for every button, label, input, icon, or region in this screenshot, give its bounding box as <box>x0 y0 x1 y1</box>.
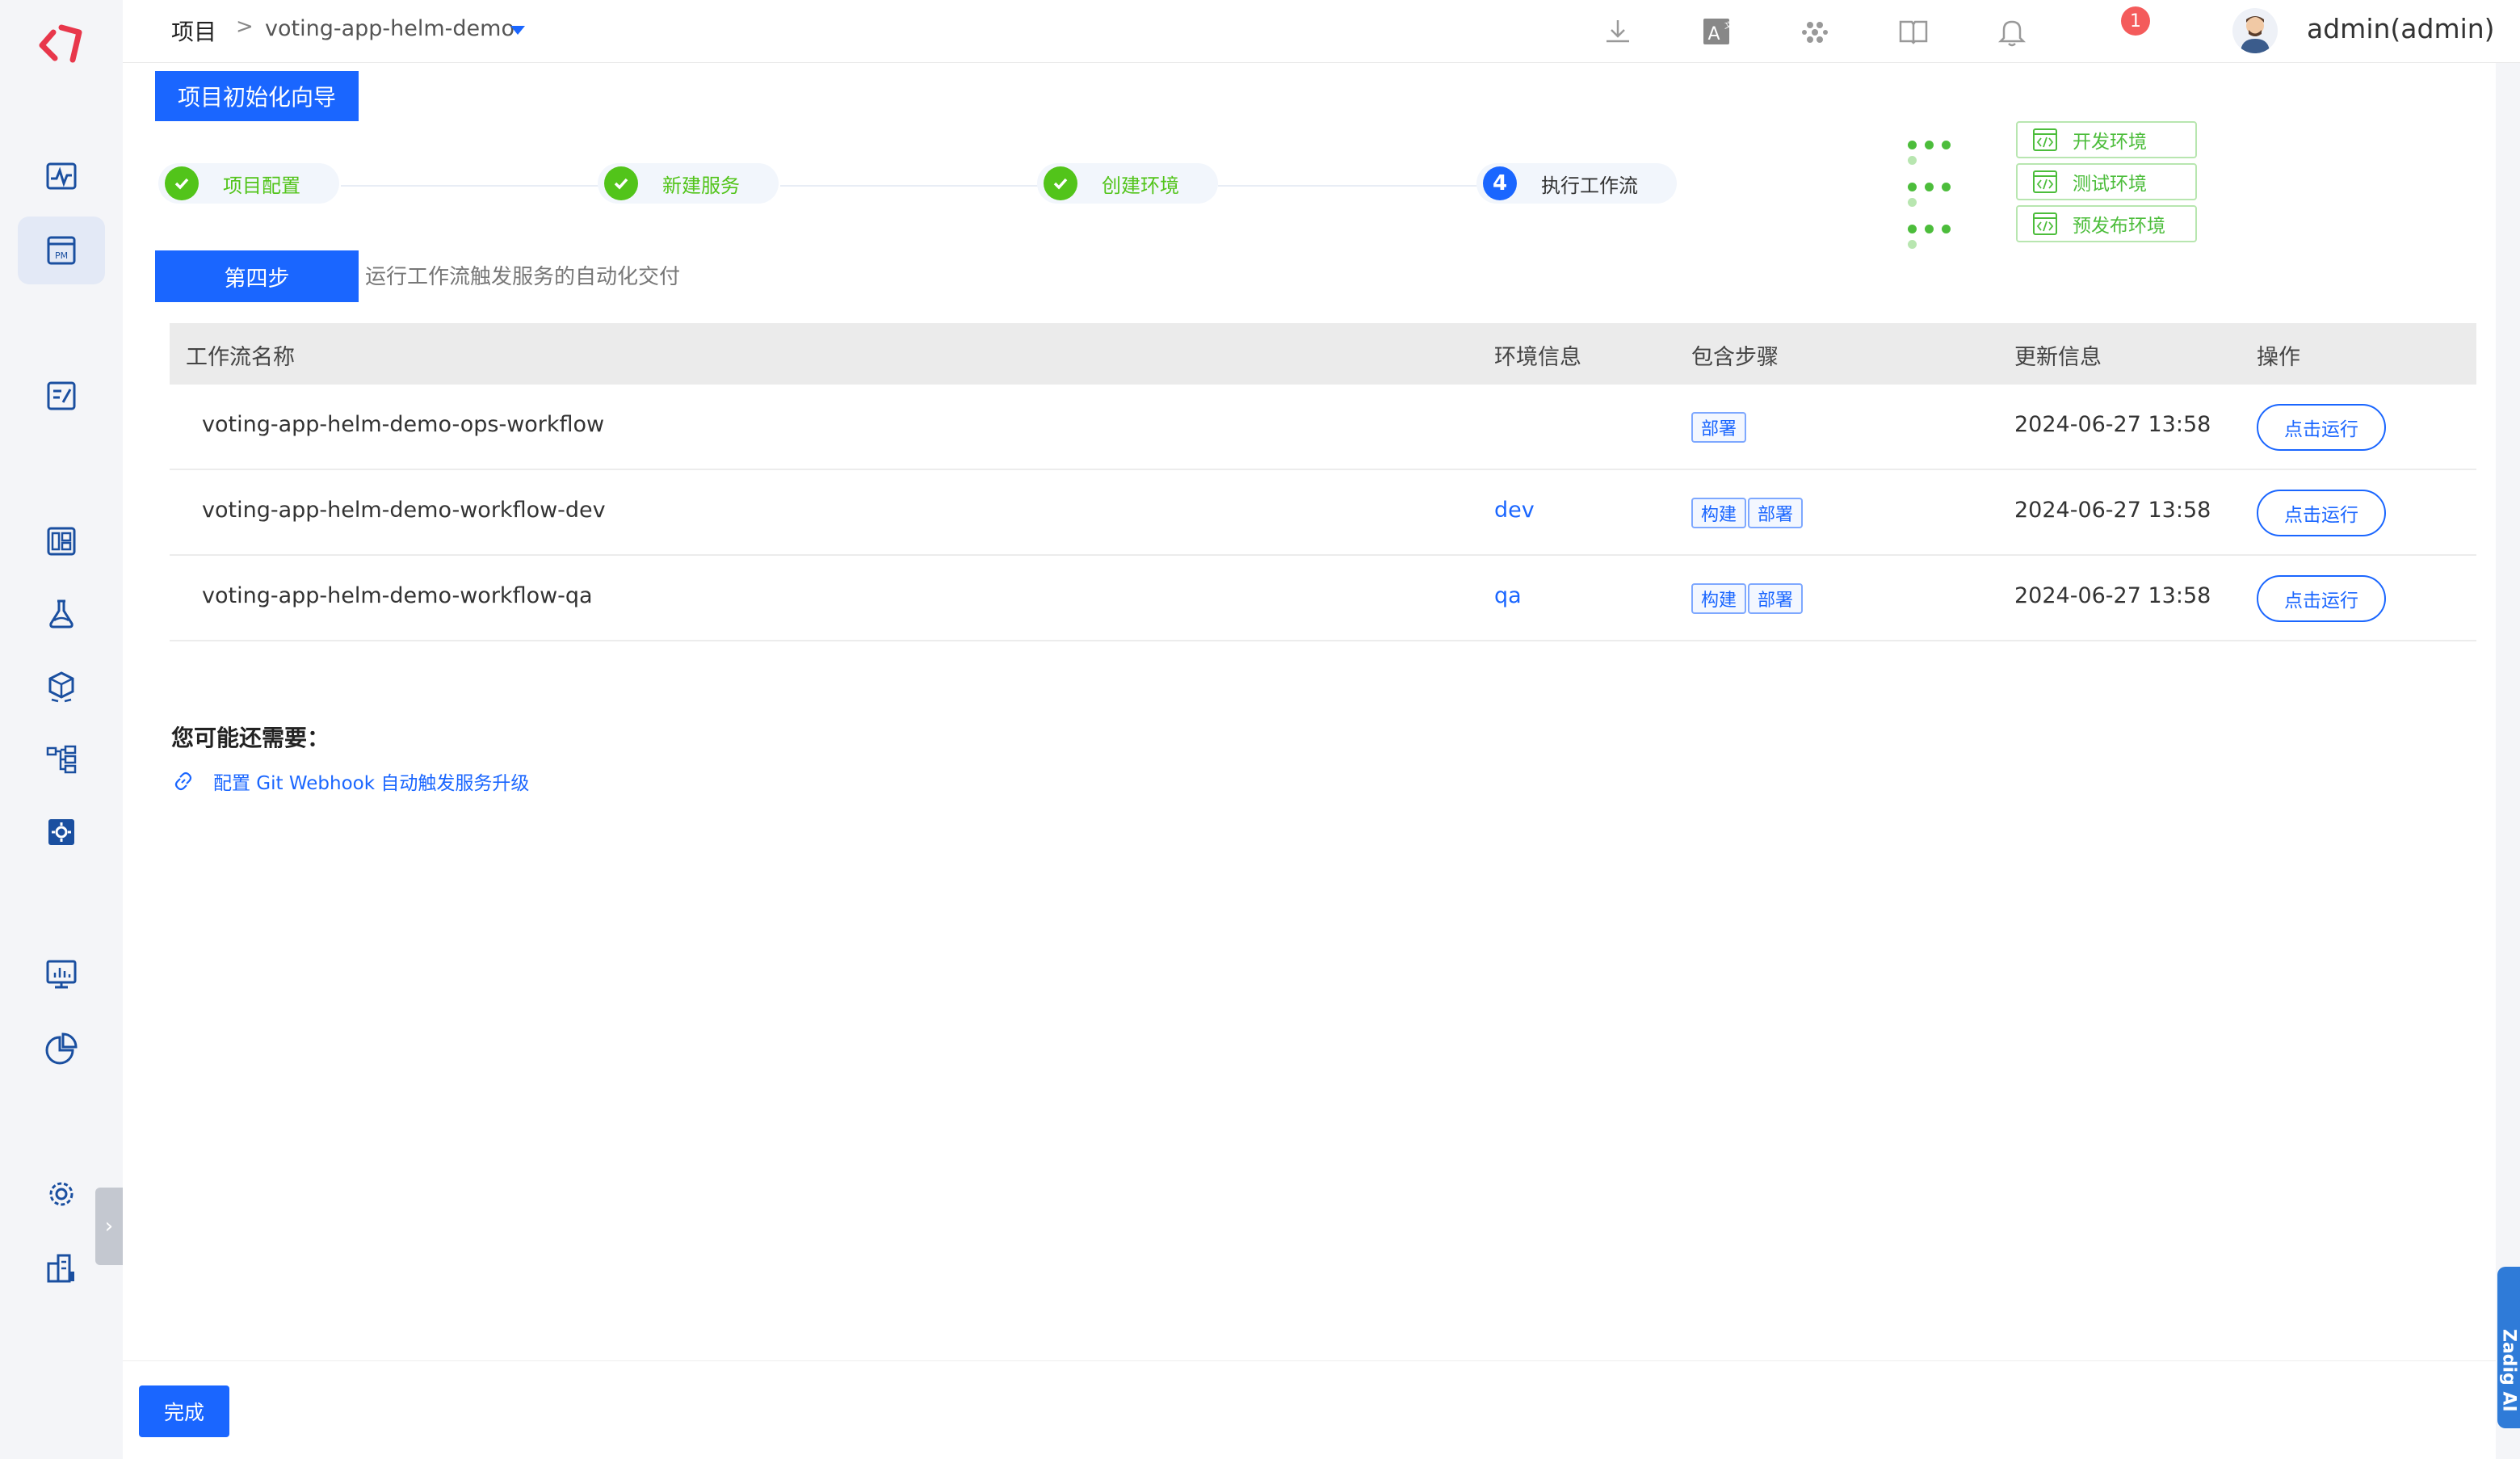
progress-dots <box>1908 137 1972 165</box>
run-workflow-button[interactable]: 点击运行 <box>2257 404 2386 451</box>
env-button-dev[interactable]: 开发环境 <box>2016 121 2197 158</box>
workflow-env[interactable]: qa <box>1494 583 1522 608</box>
check-icon <box>604 166 638 200</box>
step-label: 新建服务 <box>662 174 740 197</box>
current-step-tag: 第四步 <box>155 250 359 302</box>
env-button-staging[interactable]: 预发布环境 <box>2016 205 2197 242</box>
column-header: 包含步骤 <box>1691 345 1779 370</box>
apps-cluster-icon[interactable] <box>1795 11 1835 52</box>
wizard-title: 项目初始化向导 <box>155 71 359 121</box>
progress-dots <box>1908 179 1972 207</box>
updated-time: 2024-06-27 13:58 <box>2014 583 2211 608</box>
step-label: 项目配置 <box>223 174 300 197</box>
step-tags: 构建 部署 <box>1691 498 1804 528</box>
step-tag-deploy: 部署 <box>1748 583 1804 614</box>
top-bar: 项目 > voting-app-helm-demo A文 1 admin(adm… <box>123 0 2520 63</box>
check-icon <box>1044 166 1077 200</box>
table-row: voting-app-helm-demo-workflow-dev dev 构建… <box>170 470 2476 556</box>
settings-square-icon[interactable] <box>18 798 105 866</box>
table-header: 工作流名称 环境信息 包含步骤 更新信息 操作 <box>170 323 2476 385</box>
footer-bar: 完成 <box>123 1360 2496 1459</box>
step-tags: 构建 部署 <box>1691 583 1804 614</box>
breadcrumb-project[interactable]: voting-app-helm-demo <box>265 16 514 41</box>
code-window-icon <box>2033 212 2057 235</box>
table-row: voting-app-helm-demo-ops-workflow 部署 202… <box>170 385 2476 470</box>
webhook-link-text: 配置 Git Webhook 自动触发服务升级 <box>213 773 530 794</box>
edit-document-icon[interactable] <box>18 362 105 430</box>
step-create-env: 创建环境 <box>1037 163 1218 204</box>
zadig-ai-tab[interactable]: Zadig AI <box>2497 1267 2520 1428</box>
test-flask-icon[interactable] <box>18 580 105 648</box>
artifact-package-icon[interactable] <box>18 653 105 721</box>
workflow-tree-icon[interactable] <box>18 725 105 793</box>
step-tag-deploy: 部署 <box>1748 498 1804 528</box>
workflow-env[interactable]: dev <box>1494 498 1535 523</box>
language-icon[interactable]: A文 <box>1696 11 1737 52</box>
workflow-table: 工作流名称 环境信息 包含步骤 更新信息 操作 voting-app-helm-… <box>170 323 2476 641</box>
caret-down-icon[interactable] <box>510 26 525 35</box>
step-tag-build: 构建 <box>1691 583 1747 614</box>
step-new-service: 新建服务 <box>598 163 779 204</box>
step-label: 创建环境 <box>1102 174 1179 197</box>
webhook-config-link[interactable]: 配置 Git Webhook 自动触发服务升级 <box>171 767 529 795</box>
enterprise-building-icon[interactable] <box>18 1234 105 1302</box>
notification-badge: 1 <box>2121 6 2150 36</box>
progress-dots <box>1908 221 1972 249</box>
dashboard-panels-icon[interactable] <box>18 507 105 575</box>
env-button-label: 开发环境 <box>2073 132 2147 153</box>
column-header: 操作 <box>2257 345 2300 370</box>
run-workflow-button[interactable]: 点击运行 <box>2257 575 2386 622</box>
step-tags: 部署 <box>1691 412 1748 443</box>
user-name[interactable]: admin(admin) <box>2307 13 2495 44</box>
breadcrumb-root[interactable]: 项目 <box>171 15 216 47</box>
docs-book-icon[interactable] <box>1893 11 1934 52</box>
step-tag-deploy: 部署 <box>1691 412 1747 443</box>
env-button-label: 预发布环境 <box>2073 216 2165 237</box>
code-window-icon <box>2033 128 2057 151</box>
step-number: 4 <box>1483 166 1517 200</box>
step-run-workflow: 4 执行工作流 <box>1476 163 1677 204</box>
env-button-label: 测试环境 <box>2073 174 2147 195</box>
workflow-name[interactable]: voting-app-helm-demo-workflow-dev <box>202 498 606 523</box>
svg-text:A: A <box>1707 24 1720 44</box>
env-button-test[interactable]: 测试环境 <box>2016 163 2197 200</box>
check-icon <box>165 166 199 200</box>
project-pm-icon[interactable]: PM <box>18 217 105 284</box>
workflow-name[interactable]: voting-app-helm-demo-ops-workflow <box>202 412 604 437</box>
step-tag-build: 构建 <box>1691 498 1747 528</box>
breadcrumb-separator: > <box>236 15 254 39</box>
monitor-chart-icon[interactable] <box>18 940 105 1008</box>
column-header: 工作流名称 <box>186 345 295 370</box>
system-settings-gear-icon[interactable] <box>18 1160 105 1228</box>
step-label: 执行工作流 <box>1541 174 1638 197</box>
zadig-logo[interactable] <box>29 18 94 69</box>
monitor-wave-icon[interactable] <box>18 142 105 210</box>
table-row: voting-app-helm-demo-workflow-qa qa 构建 部… <box>170 556 2476 641</box>
expand-sidebar-chevron-icon[interactable]: › <box>95 1188 123 1265</box>
link-icon <box>174 772 192 791</box>
svg-text:PM: PM <box>55 250 68 261</box>
current-step-description: 运行工作流触发服务的自动化交付 <box>365 265 681 289</box>
step-project-config: 项目配置 <box>158 163 339 204</box>
updated-time: 2024-06-27 13:58 <box>2014 412 2211 437</box>
user-avatar[interactable] <box>2232 8 2278 53</box>
workflow-name[interactable]: voting-app-helm-demo-workflow-qa <box>202 583 593 608</box>
more-title: 您可能还需要： <box>171 725 330 751</box>
code-window-icon <box>2033 170 2057 193</box>
download-icon[interactable] <box>1598 11 1638 52</box>
main-content: 项目初始化向导 项目配置 新建服务 创建环境 4 执行工作流 开发环境 测试环境… <box>123 63 2496 1360</box>
pie-chart-icon[interactable] <box>18 1015 105 1083</box>
run-workflow-button[interactable]: 点击运行 <box>2257 490 2386 536</box>
notification-bell-icon[interactable] <box>1992 11 2032 52</box>
column-header: 更新信息 <box>2014 345 2102 370</box>
side-nav: PM › <box>0 0 123 1459</box>
column-header: 环境信息 <box>1494 345 1581 370</box>
finish-button[interactable]: 完成 <box>139 1385 229 1437</box>
updated-time: 2024-06-27 13:58 <box>2014 498 2211 523</box>
svg-text:文: 文 <box>1724 20 1732 31</box>
